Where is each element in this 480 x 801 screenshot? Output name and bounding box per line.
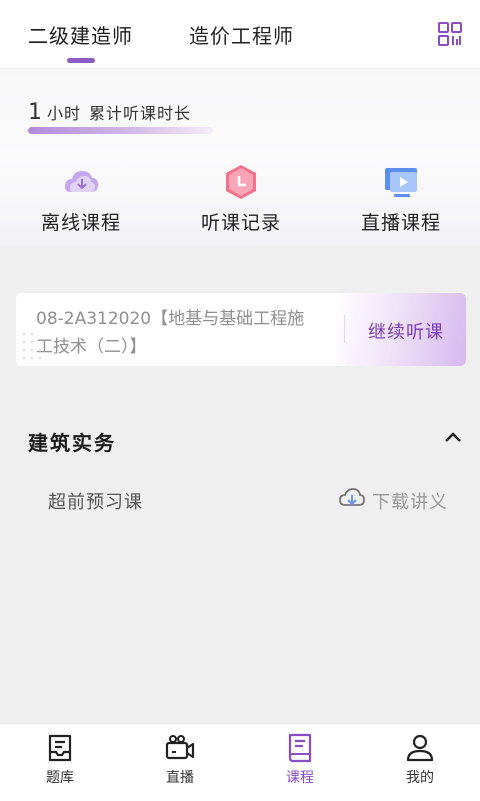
hours-unit: 小时 <box>47 104 82 123</box>
cloud-download-icon <box>64 171 98 192</box>
listening-record-button[interactable]: 听课记录 <box>171 162 311 235</box>
preview-course-label[interactable]: 超前预习课 <box>48 488 143 514</box>
nav-courses-label: 课程 <box>286 770 314 786</box>
live-courses-button[interactable]: 直播课程 <box>331 162 471 235</box>
nav-mine-label: 我的 <box>406 770 434 786</box>
nav-courses[interactable]: 课程 <box>240 732 360 787</box>
top-tab-bar: 二级建造师 造价工程师 <box>0 0 480 69</box>
study-hours: 1 小时 累计听课时长 <box>28 100 191 125</box>
nav-question-bank-label: 题库 <box>46 770 74 786</box>
continue-listening-button[interactable]: 继续听课 <box>368 318 444 344</box>
inbox-icon <box>48 734 72 762</box>
chevron-up-icon[interactable] <box>444 430 462 444</box>
tab-second-level-constructor[interactable]: 二级建造师 <box>28 20 133 49</box>
download-notes-label: 下载讲义 <box>372 492 448 513</box>
hours-underline <box>28 127 213 134</box>
listening-record-label: 听课记录 <box>200 212 281 234</box>
clock-hexagon-icon <box>226 165 256 199</box>
nav-mine[interactable]: 我的 <box>360 732 480 787</box>
book-icon <box>288 733 312 763</box>
continue-listening-card[interactable]: 08-2A312020【地基与基础工程施 工技术（二）】 继续听课 <box>16 293 466 366</box>
active-tab-indicator <box>67 58 95 63</box>
hours-value: 1 <box>28 100 43 125</box>
cloud-download-icon <box>339 488 365 506</box>
last-course-title-line1: 08-2A312020【地基与基础工程施 <box>36 309 305 329</box>
nav-live[interactable]: 直播 <box>120 732 240 787</box>
offline-courses-label: 离线课程 <box>40 212 121 234</box>
bottom-nav: 题库 直播 课程 我的 <box>0 723 480 801</box>
offline-courses-button[interactable]: 离线课程 <box>11 162 151 235</box>
card-divider <box>344 315 345 343</box>
decorative-dots <box>22 332 42 360</box>
last-course-title: 08-2A312020【地基与基础工程施 工技术（二）】 <box>36 305 336 361</box>
hours-label: 累计听课时长 <box>89 104 192 123</box>
tab-cost-engineer[interactable]: 造价工程师 <box>189 20 294 49</box>
qr-grid-icon[interactable] <box>438 22 462 46</box>
nav-live-label: 直播 <box>166 770 194 786</box>
video-camera-icon <box>165 735 195 760</box>
user-icon <box>406 734 434 762</box>
live-courses-label: 直播课程 <box>360 212 441 234</box>
section-title: 建筑实务 <box>28 431 116 455</box>
monitor-play-icon <box>385 168 417 197</box>
nav-question-bank[interactable]: 题库 <box>0 732 120 787</box>
